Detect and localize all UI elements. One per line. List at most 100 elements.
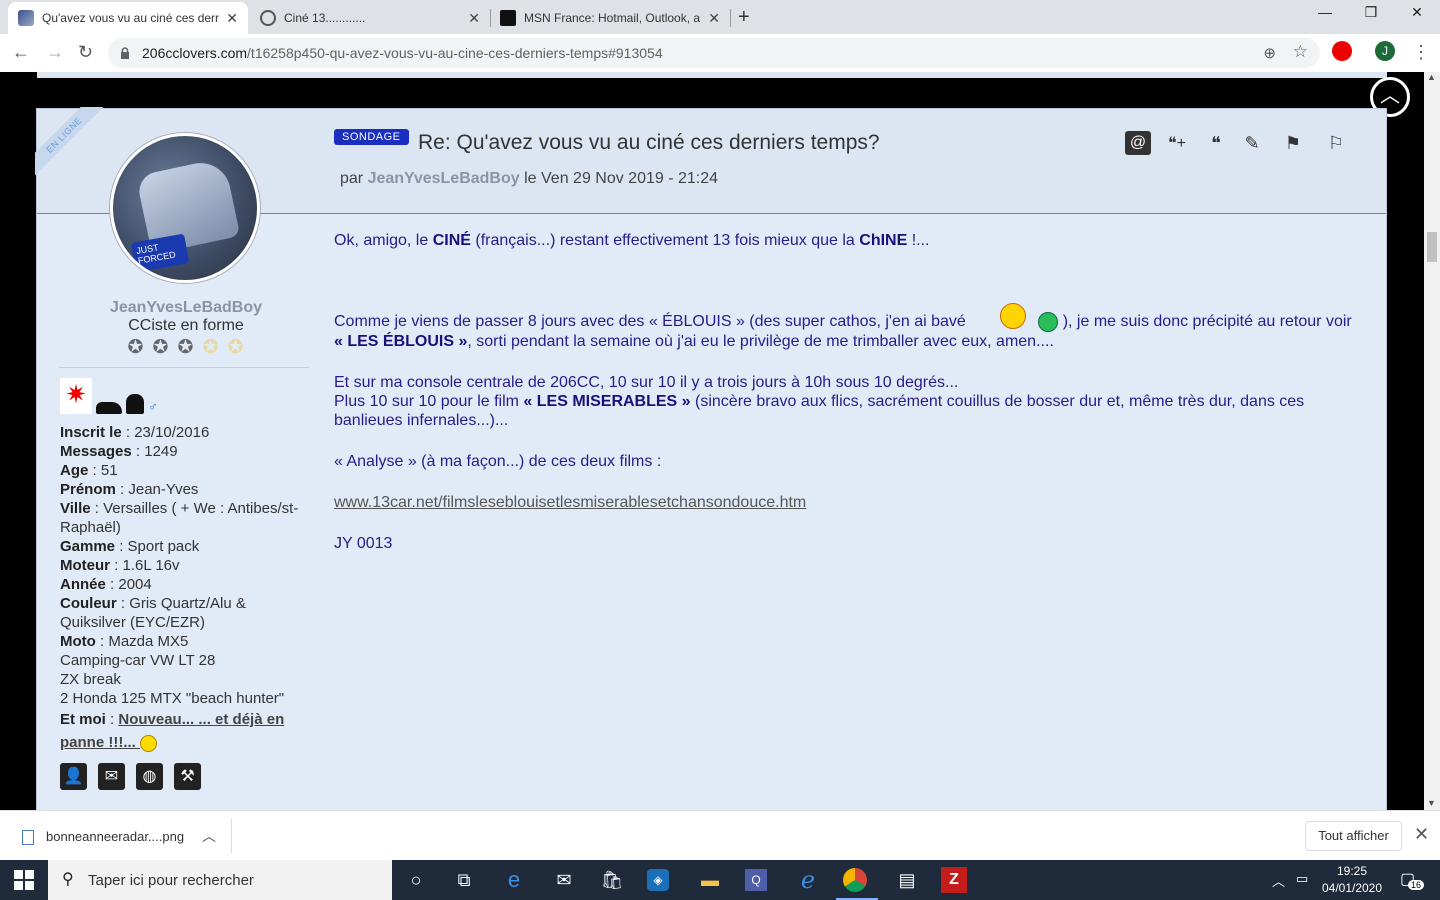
profile-avatar[interactable]: J <box>1375 41 1395 61</box>
flag-star-icon: ✷ <box>60 378 92 414</box>
profile-field: Moteur : 1.6L 16v <box>60 557 180 574</box>
multi-quote-icon[interactable]: ❝+ <box>1161 131 1193 155</box>
download-separator <box>231 819 232 853</box>
scroll-down-icon[interactable]: ▼ <box>1427 798 1436 808</box>
email-icon[interactable]: ✉ <box>98 763 125 790</box>
tab-msn[interactable]: MSN France: Hotmail, Outlook, a ✕ <box>490 2 730 34</box>
online-ribbon: EN LIGNE <box>35 107 107 179</box>
profile-icon[interactable]: 👤 <box>60 763 87 790</box>
text: !... <box>907 232 930 249</box>
new-tab-button[interactable]: + <box>738 6 750 29</box>
field-label: Age <box>60 462 89 479</box>
text: Comme je viens de passer 8 jours avec de… <box>334 313 971 331</box>
quote-icon[interactable]: ❝ <box>1203 131 1229 155</box>
post-byline: par JeanYvesLeBadBoy le Ven 29 Nov 2019 … <box>340 170 718 188</box>
content-paragraph: « Analyse » (à ma façon...) de ces deux … <box>334 453 662 470</box>
rank-star-icon: ✪ <box>152 337 169 358</box>
report-flag-icon[interactable]: ⚑ <box>1280 131 1306 155</box>
mention-icon[interactable]: @ <box>1125 131 1151 155</box>
taskbar-clock[interactable]: 19:25 04/01/2020 <box>1318 863 1386 897</box>
taskbar-search[interactable]: ⚲ Taper ici pour rechercher <box>48 860 392 900</box>
download-filename: bonneanneeradar....png <box>46 829 185 844</box>
mail-icon[interactable]: ✉ <box>550 866 578 894</box>
cortana-icon[interactable]: ○ <box>402 866 430 894</box>
search-placeholder: Taper ici pour rechercher <box>88 872 254 889</box>
profile-field: Ville : Versailles ( + We : Antibes/st-R… <box>60 500 299 536</box>
profile-field: Gamme : Sport pack <box>60 538 200 555</box>
online-ribbon-label: EN LIGNE <box>35 107 107 179</box>
close-tab-icon[interactable]: ✕ <box>226 10 238 27</box>
grinning-smiley-icon <box>1038 312 1059 332</box>
films-link[interactable]: www.13car.net/filmsleseblouisetlesmisera… <box>334 494 806 511</box>
forward-arrow-icon[interactable]: → <box>46 42 64 63</box>
chrome-icon[interactable] <box>843 868 867 892</box>
edge-icon[interactable]: e <box>500 866 528 894</box>
back-arrow-icon[interactable]: ← <box>12 42 30 63</box>
content-paragraph: Ok, amigo, le CINÉ (français...) restant… <box>334 231 1364 250</box>
store-icon[interactable]: 🛍 <box>598 866 626 894</box>
close-tab-icon[interactable]: ✕ <box>468 10 480 27</box>
close-download-bar-icon[interactable]: ✕ <box>1414 824 1429 845</box>
scroll-up-icon[interactable]: ▲ <box>1427 72 1436 82</box>
field-value: Sport pack <box>127 538 200 555</box>
battery-icon[interactable]: ▭ <box>1296 871 1308 887</box>
windows-start-icon[interactable] <box>14 870 34 890</box>
avatar-plate: JUST FORCED <box>130 233 190 273</box>
avatar[interactable]: JUST FORCED <box>110 133 260 283</box>
download-item[interactable]: bonneanneeradar....png <box>22 829 185 846</box>
field-label: Couleur <box>60 595 117 612</box>
chevron-up-icon[interactable]: ︿ <box>202 826 216 846</box>
content-paragraph: www.13car.net/filmsleseblouisetlesmisera… <box>334 493 1364 512</box>
notepad-icon[interactable]: ▤ <box>893 866 921 894</box>
tab-cine13[interactable]: Ciné 13............ ✕ <box>250 2 490 34</box>
field-value: 23/10/2016 <box>134 424 210 441</box>
user-name[interactable]: JeanYvesLeBadBoy <box>73 299 299 317</box>
field-value: 2004 <box>118 576 152 593</box>
laughing-smiley-icon <box>1000 303 1027 329</box>
address-bar[interactable]: 206cclovers.com/t16258p450-qu-avez-vous-… <box>108 38 1320 68</box>
text: Plus 10 sur 10 pour le film <box>334 393 524 410</box>
app-icon[interactable]: Q <box>745 869 767 891</box>
profile-field: Inscrit le : 23/10/2016 <box>60 424 210 441</box>
content-paragraph: Et sur ma console centrale de 206CC, 10 … <box>334 374 959 391</box>
close-tab-icon[interactable]: ✕ <box>708 10 720 27</box>
bold-text: CINÉ <box>432 232 471 249</box>
browser-chrome: Qu'avez vous vu au ciné ces derr ✕ Ciné … <box>0 0 1440 72</box>
file-explorer-icon[interactable]: ▬ <box>696 866 724 894</box>
menu-kebab-icon[interactable]: ⋮ <box>1412 42 1430 63</box>
user-badges: ✷ ♂ <box>60 378 158 414</box>
profile-field: Messages : 1249 <box>60 443 178 460</box>
text: ), je me suis donc précipité au retour v… <box>1058 313 1352 331</box>
clock-date: 04/01/2020 <box>1321 881 1383 895</box>
filezilla-icon[interactable]: Z <box>941 867 967 893</box>
minimize-button[interactable]: — <box>1302 4 1348 20</box>
profile-extra: 2 Honda 125 MTX "beach hunter" <box>60 690 285 707</box>
warn-icon[interactable]: ⚐ <box>1323 131 1349 155</box>
reload-icon[interactable]: ↻ <box>78 42 93 63</box>
tray-chevron-icon[interactable]: ︿ <box>1272 871 1285 890</box>
show-all-button[interactable]: Tout afficher <box>1305 821 1402 851</box>
close-window-button[interactable]: ✕ <box>1394 4 1440 21</box>
tab-active[interactable]: Qu'avez vous vu au ciné ces derr ✕ <box>8 2 248 34</box>
car-silhouette-icon <box>96 402 122 414</box>
adblock-extension-icon[interactable] <box>1332 41 1352 61</box>
profile-field: Age : 51 <box>60 462 118 479</box>
rank-star-icon: ✪ <box>177 337 194 358</box>
post-title[interactable]: Re: Qu'avez vous vu au ciné ces derniers… <box>418 131 880 155</box>
zoom-icon[interactable]: ⊕ <box>1263 44 1276 62</box>
profile-divider <box>59 367 309 368</box>
task-view-icon[interactable]: ⧉ <box>450 866 478 894</box>
maximize-button[interactable]: ❐ <box>1348 4 1394 21</box>
tools-icon[interactable]: ⚒ <box>174 763 201 790</box>
profile-fields: Inscrit le : 23/10/2016 Messages : 1249 … <box>60 423 315 754</box>
page-scrollbar[interactable]: ▲ ▼ <box>1424 72 1440 810</box>
edit-icon[interactable]: ✎ <box>1239 131 1265 155</box>
website-globe-icon[interactable]: ◍ <box>136 763 163 790</box>
forum-post: SONDAGE Re: Qu'avez vous vu au ciné ces … <box>35 107 1387 810</box>
scrollbar-thumb[interactable] <box>1427 232 1437 262</box>
poll-badge: SONDAGE <box>334 129 409 145</box>
post-author-link[interactable]: JeanYvesLeBadBoy <box>368 170 520 187</box>
internet-explorer-icon[interactable]: ℯ <box>794 866 822 894</box>
bookmark-star-icon[interactable]: ☆ <box>1293 42 1308 62</box>
settings-app-icon[interactable]: ◈ <box>647 869 669 891</box>
